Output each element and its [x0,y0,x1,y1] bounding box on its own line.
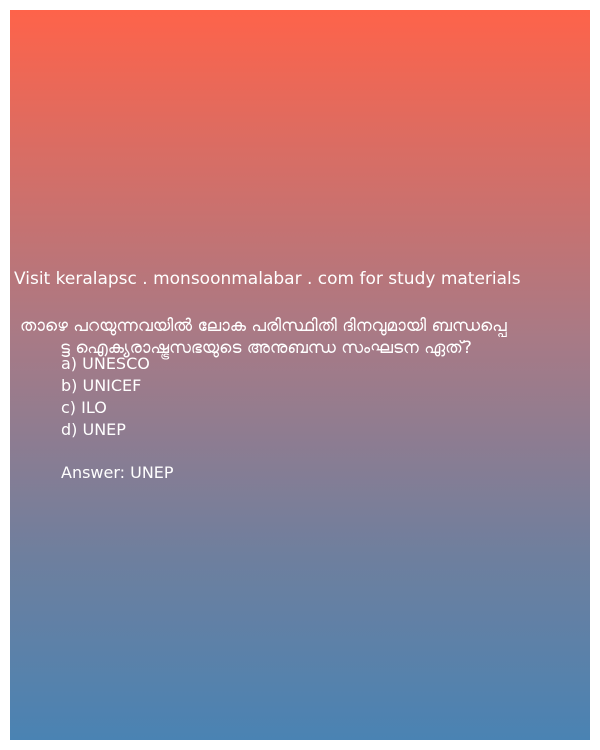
option-c: c) ILO [61,398,107,417]
options-list: a) UNESCO b) UNICEF c) ILO d) UNEP [61,353,150,441]
answer-text: Answer: UNEP [61,463,174,482]
option-d: d) UNEP [61,420,126,439]
option-b: b) UNICEF [61,376,142,395]
site-note: Visit keralapsc . monsoonmalabar . com f… [14,269,521,289]
option-a: a) UNESCO [61,354,150,373]
question-line-1: താഴെ പറയുന്നവയിൽ ലോക പരിസ്ഥിതി ദിനവുമായി… [20,316,507,336]
quiz-card: Visit keralapsc . monsoonmalabar . com f… [10,10,590,740]
